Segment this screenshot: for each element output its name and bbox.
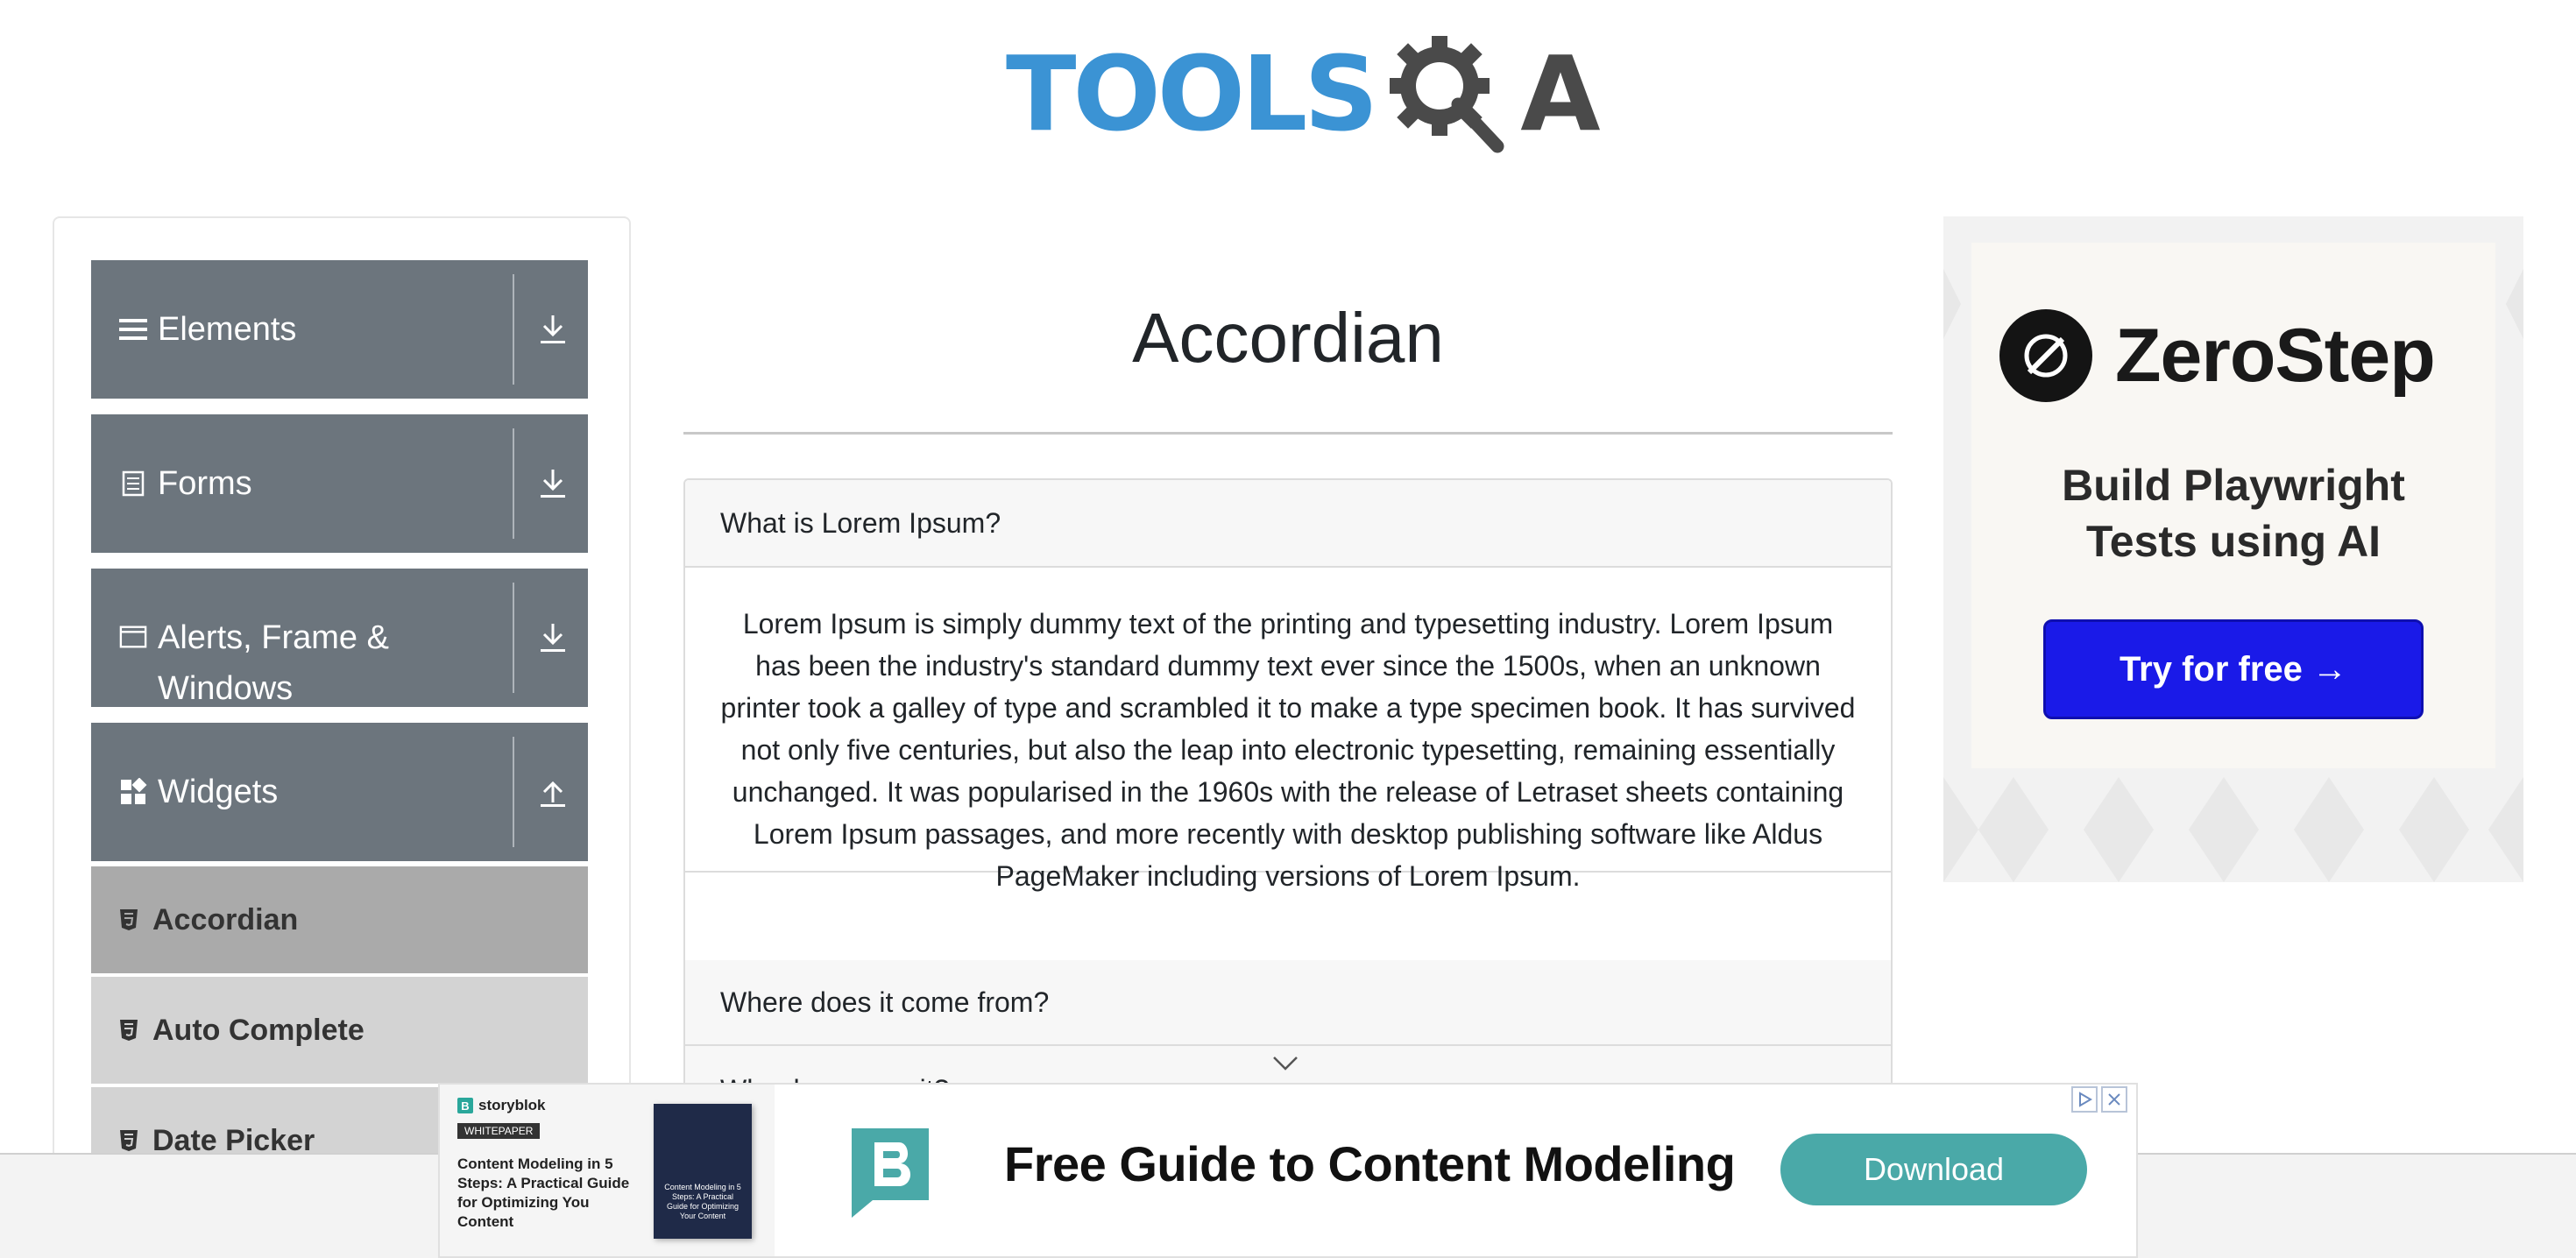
try-for-free-button[interactable]: Try for free → (2043, 619, 2424, 719)
html5-icon (117, 907, 140, 933)
download-arrow-icon[interactable] (534, 464, 572, 503)
html5-icon (117, 1127, 140, 1154)
page-title: Accordian (1132, 299, 1444, 377)
sidebar-group-forms[interactable]: Forms (91, 414, 588, 553)
sidebar-item-label: Accordian (152, 902, 299, 936)
book-cover-image: Content Modeling in 5 Steps: A Practical… (654, 1104, 752, 1239)
zerostep-brand: ZeroStep (1999, 309, 2436, 402)
close-icon[interactable] (2101, 1086, 2127, 1113)
accordion-heading: What is Lorem Ipsum? (720, 506, 1001, 539)
zerostep-logo-icon (1999, 309, 2092, 402)
sidebar-item-label: Auto Complete (152, 1013, 364, 1047)
promo-text: Content Modeling in 5 Steps: A Practical… (457, 1156, 630, 1230)
logo-text-a: A (1520, 33, 1601, 154)
accordion-body: Lorem Ipsum is simply dummy text of the … (685, 568, 1891, 892)
accordion-section-where-does-it-come-from[interactable]: Where does it come from? (685, 960, 1891, 1046)
window-icon (119, 623, 147, 651)
ad-tagline: Build Playwright Tests using AI (1943, 457, 2523, 569)
accordion-section-what-is-lorem-ipsum[interactable]: What is Lorem Ipsum? (685, 480, 1891, 568)
zerostep-ad[interactable]: ZeroStep Build Playwright Tests using AI… (1943, 216, 2523, 882)
chevron-down-icon[interactable] (1272, 1055, 1299, 1072)
sidebar-item-auto-complete[interactable]: Auto Complete (91, 977, 588, 1085)
hamburger-icon (119, 315, 147, 343)
sidebar-group-label: Elements (158, 311, 297, 348)
sidebar-group-label: Widgets (158, 774, 279, 810)
storyblok-b-icon (852, 1128, 929, 1218)
title-divider (683, 432, 1893, 435)
ad-tagline-line1: Build Playwright (2062, 461, 2405, 510)
divider (513, 583, 514, 693)
sidebar-group-alerts-frame-windows[interactable]: Alerts, Frame & Windows (91, 569, 588, 707)
sidebar-group-label: Alerts, Frame & Windows (158, 612, 588, 714)
download-button[interactable]: Download (1780, 1134, 2087, 1205)
storyblok-ad-banner[interactable]: B storyblok WHITEPAPER Content Modeling … (438, 1083, 2138, 1258)
adchoices-icon[interactable] (2071, 1086, 2098, 1113)
sidebar-item-accordian[interactable]: Accordian (91, 866, 588, 975)
sidebar-group-label-line1: Alerts, Frame & (158, 619, 389, 656)
sidebar-group-label: Forms (158, 465, 252, 502)
sidebar-group-label-line2: Windows (158, 670, 294, 707)
ad-tagline-line2: Tests using AI (2085, 517, 2381, 566)
upload-arrow-icon[interactable] (534, 773, 572, 811)
sidebar-group-widgets[interactable]: Widgets (91, 723, 588, 861)
ad-brand-name: ZeroStep (2115, 313, 2436, 398)
html5-icon (117, 1017, 140, 1043)
accordion-heading: Where does it come from? (720, 986, 1050, 1018)
document-icon (119, 470, 147, 498)
divider (513, 737, 514, 847)
download-arrow-icon[interactable] (534, 310, 572, 349)
toolsqa-logo[interactable]: TOOLS A (1006, 25, 1601, 163)
ad-headline: Free Guide to Content Modeling (1004, 1136, 1736, 1191)
divider (513, 274, 514, 385)
storyblok-logo-icon: B (457, 1098, 473, 1113)
widgets-icon (119, 778, 147, 806)
book-cover-text: Content Modeling in 5 Steps: A Practical… (664, 1183, 741, 1220)
divider (513, 428, 514, 539)
whitepaper-badge: WHITEPAPER (457, 1123, 541, 1139)
sidebar-group-elements[interactable]: Elements (91, 260, 588, 399)
storyblok-brand: B storyblok (457, 1097, 546, 1114)
accordion-body-text: Lorem Ipsum is simply dummy text of the … (720, 608, 1856, 892)
ad-promo-panel: B storyblok WHITEPAPER Content Modeling … (440, 1085, 775, 1256)
gear-magnifier-icon (1390, 36, 1504, 153)
download-arrow-icon[interactable] (534, 618, 572, 657)
logo-text-tools: TOOLS (1006, 33, 1378, 154)
sponsor-name: storyblok (478, 1097, 546, 1113)
